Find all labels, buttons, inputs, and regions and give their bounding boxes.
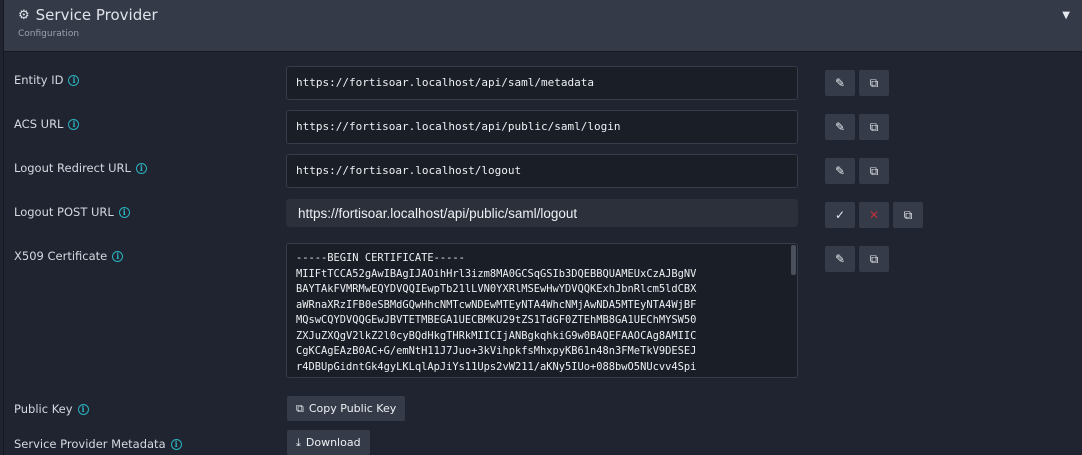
- edit-button[interactable]: ✎: [825, 114, 855, 140]
- copy-icon: ⧉: [869, 75, 879, 90]
- panel-subtitle: Configuration: [18, 29, 80, 39]
- logout-redirect-url-field[interactable]: https://fortisoar.localhost/logout: [286, 154, 798, 188]
- info-icon[interactable]: i: [68, 118, 80, 130]
- service-provider-metadata-label: Service Provider Metadata i: [14, 437, 182, 451]
- label-text: Public Key: [14, 402, 73, 416]
- label-text: Logout Redirect URL: [14, 161, 131, 175]
- copy-button[interactable]: ⧉: [859, 246, 889, 272]
- info-icon[interactable]: i: [170, 438, 182, 450]
- copy-public-key-button[interactable]: ⧉ Copy Public Key: [287, 396, 406, 421]
- edit-icon: ✎: [834, 76, 846, 90]
- logout-post-url-label: Logout POST URL i: [14, 205, 130, 219]
- edit-button[interactable]: ✎: [825, 246, 855, 272]
- button-label: Copy Public Key: [308, 402, 397, 415]
- label-text: Entity ID: [14, 73, 64, 87]
- label-text: ACS URL: [14, 117, 64, 131]
- info-icon[interactable]: i: [118, 206, 130, 218]
- info-icon[interactable]: i: [135, 162, 147, 174]
- acs-url-label: ACS URL i: [14, 117, 80, 131]
- info-icon[interactable]: i: [77, 403, 89, 415]
- acs-url-field[interactable]: https://fortisoar.localhost/api/public/s…: [286, 110, 798, 144]
- check-icon: ✓: [834, 208, 846, 222]
- copy-button[interactable]: ⧉: [859, 70, 889, 96]
- close-icon: ✕: [868, 208, 880, 222]
- label-text: Service Provider Metadata: [14, 437, 166, 451]
- download-icon: ⤓: [296, 435, 301, 449]
- edit-button[interactable]: ✎: [825, 158, 855, 184]
- panel-header[interactable]: ⚙ Service Provider Configuration ▼: [4, 0, 1082, 52]
- public-key-label: Public Key i: [14, 402, 89, 416]
- copy-button[interactable]: ⧉: [859, 158, 889, 184]
- copy-icon: ⧉: [869, 119, 879, 134]
- copy-icon: ⧉: [869, 251, 879, 266]
- edit-icon: ✎: [834, 120, 846, 134]
- collapse-caret-icon[interactable]: ▼: [1062, 10, 1070, 21]
- label-text: Logout POST URL: [14, 205, 114, 219]
- logout-redirect-url-label: Logout Redirect URL i: [14, 161, 147, 175]
- certificate-text: -----BEGIN CERTIFICATE----- MIIFtTCCA52g…: [296, 252, 697, 373]
- edit-button[interactable]: ✎: [825, 70, 855, 96]
- copy-icon: ⧉: [903, 207, 913, 222]
- x509-certificate-label: X509 Certificate i: [14, 249, 124, 263]
- download-button[interactable]: ⤓ Download: [287, 430, 370, 455]
- cancel-button[interactable]: ✕: [859, 202, 889, 228]
- x509-certificate-field[interactable]: -----BEGIN CERTIFICATE----- MIIFtTCCA52g…: [286, 243, 798, 378]
- logout-post-url-input[interactable]: https://fortisoar.localhost/api/public/s…: [286, 199, 798, 227]
- copy-button[interactable]: ⧉: [893, 202, 923, 228]
- copy-icon: ⧉: [869, 163, 879, 178]
- button-label: Download: [305, 436, 361, 449]
- info-icon[interactable]: i: [68, 74, 80, 86]
- cogs-icon: ⚙: [18, 7, 30, 23]
- scrollbar[interactable]: [791, 245, 796, 275]
- save-button[interactable]: ✓: [825, 202, 855, 228]
- copy-button[interactable]: ⧉: [859, 114, 889, 140]
- edit-icon: ✎: [834, 164, 846, 178]
- entity-id-label: Entity ID i: [14, 73, 80, 87]
- label-text: X509 Certificate: [14, 249, 108, 263]
- entity-id-field[interactable]: https://fortisoar.localhost/api/saml/met…: [286, 66, 798, 100]
- info-icon[interactable]: i: [112, 250, 124, 262]
- copy-icon: ⧉: [296, 401, 304, 415]
- edit-icon: ✎: [834, 252, 846, 266]
- panel-title: ⚙ Service Provider: [18, 6, 158, 24]
